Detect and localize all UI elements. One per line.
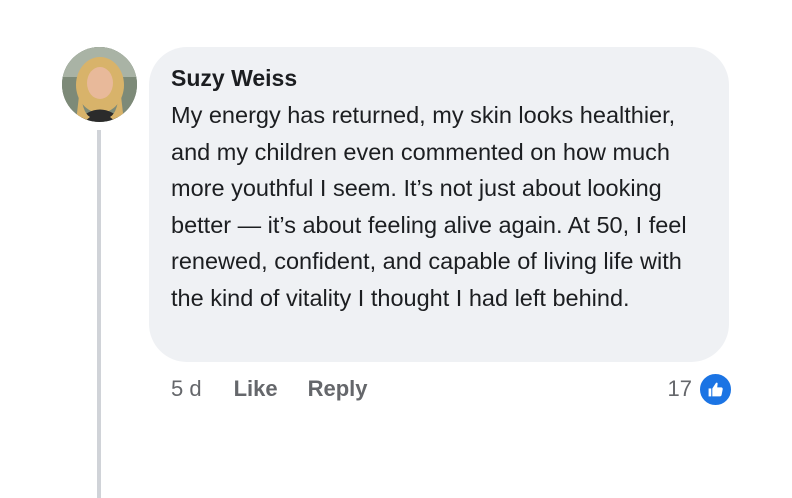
reply-button[interactable]: Reply (308, 376, 368, 402)
avatar[interactable] (62, 47, 137, 122)
comment-timestamp[interactable]: 5 d (171, 376, 202, 402)
comment-bubble: Suzy Weiss My energy has returned, my sk… (149, 47, 729, 362)
like-button[interactable]: Like (234, 376, 278, 402)
comment-actions: 5 d Like Reply (171, 372, 368, 406)
reaction-summary[interactable]: 17 (667, 371, 733, 407)
reaction-count: 17 (667, 376, 692, 401)
thumbs-up-icon (698, 371, 733, 407)
comment-author[interactable]: Suzy Weiss (171, 63, 707, 95)
thread-line (97, 130, 101, 498)
comment-text: My energy has returned, my skin looks he… (171, 102, 687, 311)
profile-photo (62, 47, 137, 122)
